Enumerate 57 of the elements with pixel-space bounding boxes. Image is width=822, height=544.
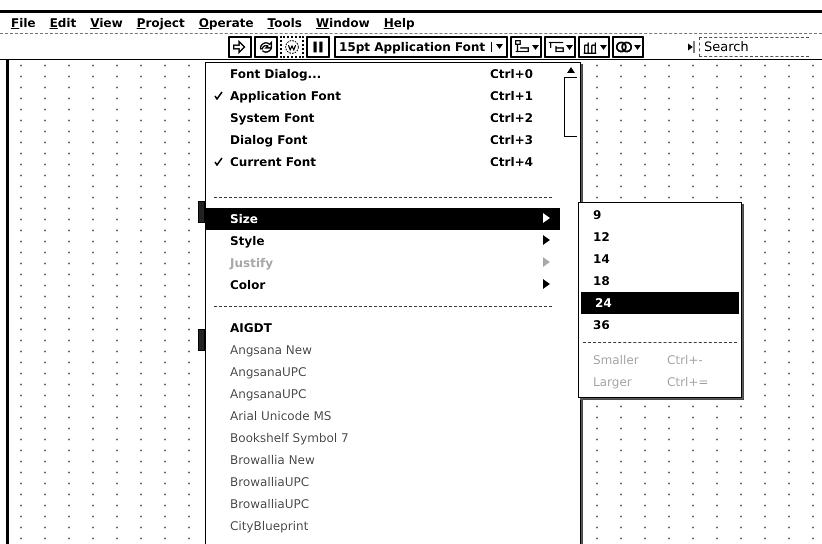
caret-icon	[600, 44, 608, 50]
check-icon	[214, 157, 223, 166]
font-menu-item[interactable]: Browallia New	[206, 449, 560, 471]
font-menu-item[interactable]: Angsana New	[206, 339, 560, 361]
size-option[interactable]: 18	[579, 270, 741, 292]
highlight-execution-button[interactable]	[280, 36, 304, 58]
size-option[interactable]: 9	[579, 204, 741, 226]
menu-item[interactable]: Size	[206, 208, 560, 230]
run-continuously-button[interactable]	[254, 36, 278, 58]
size-option[interactable]: 36	[579, 314, 741, 336]
menu-item[interactable]: Help	[376, 15, 422, 31]
caret-icon	[496, 44, 504, 49]
menu-item[interactable]: Style	[206, 230, 560, 252]
caret-icon	[566, 44, 574, 50]
menu-item[interactable]: Current Font Ctrl+4	[206, 151, 560, 173]
caret-icon	[532, 44, 540, 50]
menu-item[interactable]: File	[4, 15, 43, 31]
font-selector[interactable]: 15pt Application Font	[334, 36, 508, 58]
distribute-button[interactable]	[544, 36, 576, 58]
menu-item[interactable]: Dialog Font Ctrl+3	[206, 129, 560, 151]
resize-button[interactable]	[578, 36, 610, 58]
menu-item[interactable]: Operate	[192, 15, 261, 31]
font-menu-item[interactable]: Arial Unicode MS	[206, 405, 560, 427]
font-menu-item[interactable]: BrowalliaUPC	[206, 471, 560, 493]
font-menu-item[interactable]: AIGDT	[206, 317, 560, 339]
submenu-arrow-icon	[543, 235, 550, 245]
size-option[interactable]: 12	[579, 226, 741, 248]
submenu-arrow-icon	[543, 279, 550, 289]
menu-item[interactable]: Project	[130, 15, 192, 31]
font-menu-item[interactable]: BrowalliaUPC	[206, 493, 560, 515]
check-icon	[214, 91, 223, 100]
size-option[interactable]: 14	[579, 248, 741, 270]
pause-button[interactable]	[306, 36, 330, 58]
size-option[interactable]: 24	[581, 292, 739, 314]
menu-item[interactable]: Edit	[42, 15, 84, 31]
menu-item[interactable]: Font Dialog... Ctrl+0	[206, 63, 560, 85]
align-button[interactable]	[510, 36, 542, 58]
font-menu-item[interactable]: Bookshelf Symbol 7	[206, 427, 560, 449]
scrollbar-thumb[interactable]	[564, 77, 577, 137]
search-arrow-icon	[688, 41, 696, 53]
menu-item[interactable]: View	[83, 15, 130, 31]
search-field[interactable]: Search	[699, 37, 809, 57]
run-button[interactable]	[228, 36, 252, 58]
loop-arrows-icon	[257, 38, 275, 56]
font-menu-item[interactable]: CityBlueprint	[206, 515, 560, 537]
menu-item[interactable]: System Font Ctrl+2	[206, 107, 560, 129]
caret-icon	[634, 44, 642, 50]
menu-item[interactable]: Tools	[260, 15, 309, 31]
submenu-arrow-icon	[543, 257, 550, 267]
submenu-arrow-icon	[543, 213, 550, 223]
font-menu-item[interactable]: AngsanaUPC	[206, 383, 560, 405]
font-menu-item[interactable]: AngsanaUPC	[206, 361, 560, 383]
menu-item[interactable]: Color	[206, 274, 560, 296]
menu-item[interactable]: Application Font Ctrl+1	[206, 85, 560, 107]
reorder-button[interactable]	[612, 36, 644, 58]
menu-item[interactable]: Window	[308, 15, 377, 31]
scroll-up-icon[interactable]	[567, 67, 575, 73]
